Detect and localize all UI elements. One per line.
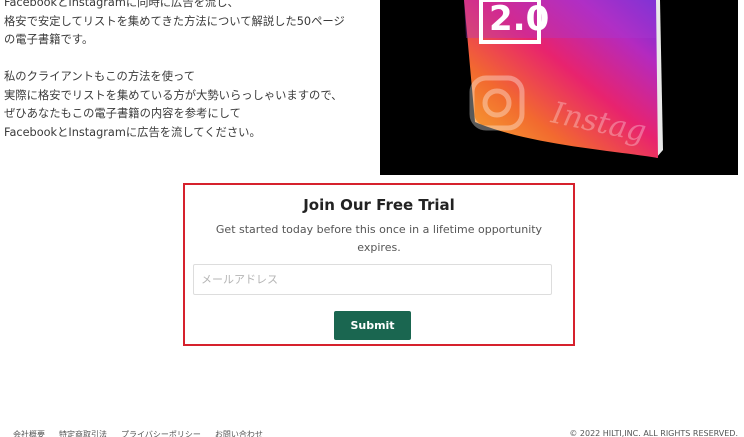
email-field[interactable] — [193, 264, 552, 295]
ebook-cover-image: 2.0 Instag — [380, 0, 738, 175]
intro-line: 実際に格安でリストを集めている方が大勢いらっしゃいますので、 — [4, 88, 343, 102]
footer-links: 会社概要 特定商取引法 プライバシーポリシー お問い合わせ — [13, 429, 263, 437]
intro-text: FacebookとInstagramに同時に広告を流し、 格安で安定してリストを… — [4, 0, 369, 142]
trial-title: Join Our Free Trial — [303, 196, 455, 214]
free-trial-form: Join Our Free Trial Get started today be… — [183, 183, 575, 346]
intro-line: ぜひあなたもこの電子書籍の内容を参考にして — [4, 107, 241, 120]
trial-description: Get started today before this once in a … — [215, 223, 543, 254]
intro-line: FacebookとInstagramに同時に広告を流し、 — [4, 0, 239, 9]
version-text: 2.0 — [489, 0, 549, 39]
intro-line: 格安で安定してリストを集めてきた方法について解説した50ページ — [4, 14, 345, 28]
footer-link-company[interactable]: 会社概要 — [13, 429, 45, 437]
copyright: © 2022 HILTI,INC. ALL RIGHTS RESERVED. — [569, 429, 738, 437]
submit-button[interactable]: Submit — [334, 311, 411, 340]
footer-link-contact[interactable]: お問い合わせ — [215, 429, 263, 437]
intro-line: FacebookとInstagramに広告を流してください。 — [4, 125, 261, 139]
intro-line: 私のクライアントもこの方法を使って — [4, 70, 196, 83]
intro-line: の電子書籍です。 — [4, 33, 94, 46]
page: FacebookとInstagramに同時に広告を流し、 格安で安定してリストを… — [0, 0, 744, 437]
footer-link-commerce-law[interactable]: 特定商取引法 — [59, 429, 107, 437]
footer-link-privacy[interactable]: プライバシーポリシー — [121, 429, 201, 437]
